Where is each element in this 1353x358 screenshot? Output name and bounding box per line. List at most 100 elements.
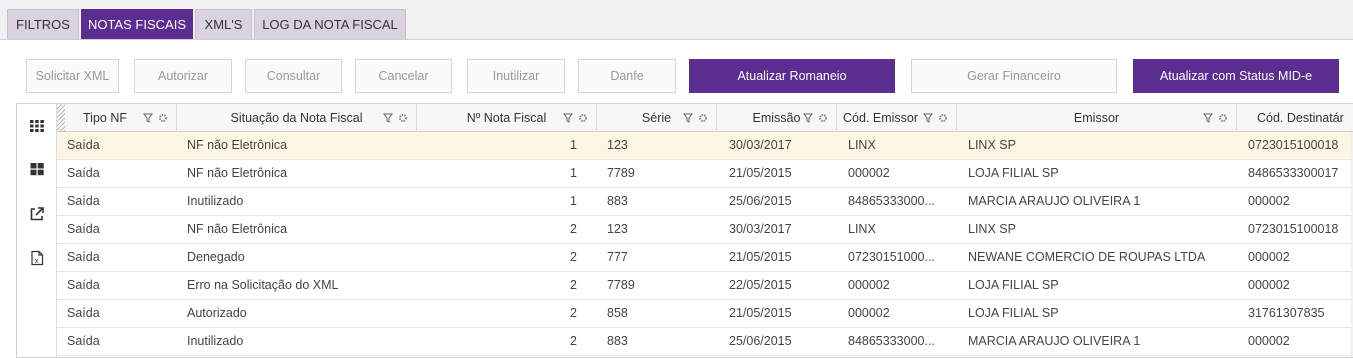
cell-serie: 123 [607, 222, 628, 236]
autorizar-button[interactable]: Autorizar [134, 59, 232, 93]
cell-serie: 883 [607, 194, 628, 208]
cell-cod-destinatario: 31761307835 [1248, 306, 1325, 320]
cell-emissor: LOJA FILIAL SP [968, 278, 1059, 292]
cell-serie: 123 [607, 138, 628, 152]
cell-numero-nf: 2 [570, 222, 577, 236]
cell-emissor: NEWANE COMERCIO DE ROUPAS LTDA [968, 250, 1206, 264]
column-label: Cód. Destinatár [1257, 111, 1344, 125]
cell-serie: 777 [607, 250, 628, 264]
cell-cod-destinatario: 000002 [1248, 278, 1290, 292]
danfe-button[interactable]: Danfe [578, 59, 676, 93]
cell-emissor: LOJA FILIAL SP [968, 166, 1059, 180]
cell-cod-destinatario: 0723015100018 [1248, 222, 1339, 236]
tab-filtros[interactable]: FILTROS [7, 9, 79, 39]
grid-sidebar: x [17, 104, 57, 357]
cell-tipo-nf: Saída [67, 166, 100, 180]
cell-situacao: Inutilizado [187, 194, 244, 208]
svg-text:x: x [35, 257, 39, 265]
tiles-icon[interactable] [29, 161, 45, 177]
table-row[interactable]: Saída Erro na Solicitação do XML 2 7789 22/0… [57, 272, 1353, 300]
cell-cod-destinatario: 000002 [1248, 250, 1290, 264]
consultar-button[interactable]: Consultar [245, 59, 342, 93]
filter-settings-icon[interactable] [383, 113, 409, 123]
filter-settings-icon[interactable] [1203, 113, 1229, 123]
table-row[interactable]: Saída NF não Eletrônica 1 7789 21/05/2015 000… [57, 160, 1353, 188]
column-header-emissor[interactable]: Emissor [957, 104, 1237, 132]
cell-numero-nf: 2 [570, 278, 577, 292]
filter-settings-icon[interactable] [143, 113, 169, 123]
tab-xmls[interactable]: XML'S [195, 9, 252, 39]
solicitar-xml-button[interactable]: Solicitar XML [26, 59, 119, 93]
cell-emissor: MARCIA ARAUJO OLIVEIRA 1 [968, 334, 1141, 348]
table-row[interactable]: Saída Autorizado 2 858 21/05/2015 000002 LOJA … [57, 300, 1353, 328]
cell-emissao: 21/05/2015 [729, 166, 792, 180]
cell-situacao: NF não Eletrônica [187, 166, 288, 180]
cell-tipo-nf: Saída [67, 138, 100, 152]
filter-settings-icon[interactable] [923, 113, 949, 123]
cell-situacao: NF não Eletrônica [187, 138, 288, 152]
inutilizar-button[interactable]: Inutilizar [467, 59, 565, 93]
cell-cod-emissor: LINX [848, 138, 876, 152]
cell-emissor: LINX SP [968, 222, 1016, 236]
cell-cod-emissor: 000002 [848, 306, 890, 320]
grid-rows: Saída NF não Eletrônica 1 123 30/03/2017 LINX… [57, 132, 1353, 357]
table-row[interactable]: Saída Inutilizado 2 883 25/06/2015 8486533300… [57, 328, 1353, 356]
cell-situacao: Erro na Solicitação do XML [187, 278, 339, 292]
cell-cod-destinatario: 000002 [1248, 334, 1290, 348]
column-label: Emissor [1073, 111, 1120, 125]
cell-cod-emissor: 84865333000... [848, 194, 935, 208]
column-header-situacao[interactable]: Situação da Nota Fiscal [177, 104, 417, 132]
cell-serie: 858 [607, 306, 628, 320]
cell-emissao: 22/05/2015 [729, 278, 792, 292]
cell-tipo-nf: Saída [67, 306, 100, 320]
table-row[interactable]: Saída Denegado 2 777 21/05/2015 07230151000..… [57, 244, 1353, 272]
cell-tipo-nf: Saída [67, 222, 100, 236]
column-label: Cód. Emissor [843, 111, 919, 125]
cell-cod-emissor: 07230151000... [848, 250, 935, 264]
filter-settings-icon[interactable] [683, 113, 709, 123]
cell-emissao: 21/05/2015 [729, 250, 792, 264]
cell-situacao: NF não Eletrônica [187, 222, 288, 236]
cell-numero-nf: 1 [570, 138, 577, 152]
cell-cod-emissor: 000002 [848, 278, 890, 292]
table-row[interactable]: Saída NF não Eletrônica 1 123 30/03/2017 LINX… [57, 132, 1353, 160]
cell-numero-nf: 2 [570, 306, 577, 320]
cancelar-button[interactable]: Cancelar [355, 59, 452, 93]
cell-numero-nf: 2 [570, 334, 577, 348]
table-row[interactable]: Saída NF não Eletrônica 2 123 30/03/2017 LINX… [57, 216, 1353, 244]
cell-situacao: Inutilizado [187, 334, 244, 348]
grid-icon[interactable] [29, 117, 45, 133]
cell-cod-emissor: 000002 [848, 166, 890, 180]
tab-notas-fiscais[interactable]: NOTAS FISCAIS [81, 9, 193, 39]
cell-emissor: LINX SP [968, 138, 1016, 152]
filter-settings-icon[interactable] [563, 113, 589, 123]
atualizar-romaneio-button[interactable]: Atualizar Romaneio [689, 59, 895, 93]
cell-numero-nf: 1 [570, 166, 577, 180]
cell-emissao: 25/06/2015 [729, 334, 792, 348]
column-label: Tipo NF [83, 111, 127, 125]
tab-log-nota-fiscal[interactable]: LOG DA NOTA FISCAL [254, 9, 406, 39]
cell-cod-emissor: 84865333000... [848, 334, 935, 348]
cell-situacao: Denegado [187, 250, 245, 264]
cell-tipo-nf: Saída [67, 250, 100, 264]
grid-header: Tipo NF Situação da Nota Fiscal Nº Nota … [57, 104, 1353, 132]
cell-tipo-nf: Saída [67, 194, 100, 208]
cell-emissao: 30/03/2017 [729, 222, 792, 236]
cell-serie: 883 [607, 334, 628, 348]
cell-cod-destinatario: 000002 [1248, 194, 1290, 208]
cell-serie: 7789 [607, 278, 635, 292]
filter-settings-icon[interactable] [803, 113, 829, 123]
column-label: Série [641, 111, 672, 125]
cell-emissao: 21/05/2015 [729, 306, 792, 320]
column-label: Emissão [752, 111, 801, 125]
cell-emissao: 30/03/2017 [729, 138, 792, 152]
excel-export-icon[interactable]: x [29, 250, 45, 266]
cell-situacao: Autorizado [187, 306, 247, 320]
external-link-icon[interactable] [29, 206, 45, 222]
cell-emissao: 25/06/2015 [729, 194, 792, 208]
gerar-financeiro-button[interactable]: Gerar Financeiro [911, 59, 1117, 93]
column-header-cod-destinatario[interactable]: Cód. Destinatár [1237, 104, 1353, 132]
atualizar-status-mide-button[interactable]: Atualizar com Status MID-e [1133, 59, 1339, 93]
cell-emissor: MARCIA ARAUJO OLIVEIRA 1 [968, 194, 1141, 208]
table-row[interactable]: Saída Inutilizado 1 883 25/06/2015 8486533300… [57, 188, 1353, 216]
